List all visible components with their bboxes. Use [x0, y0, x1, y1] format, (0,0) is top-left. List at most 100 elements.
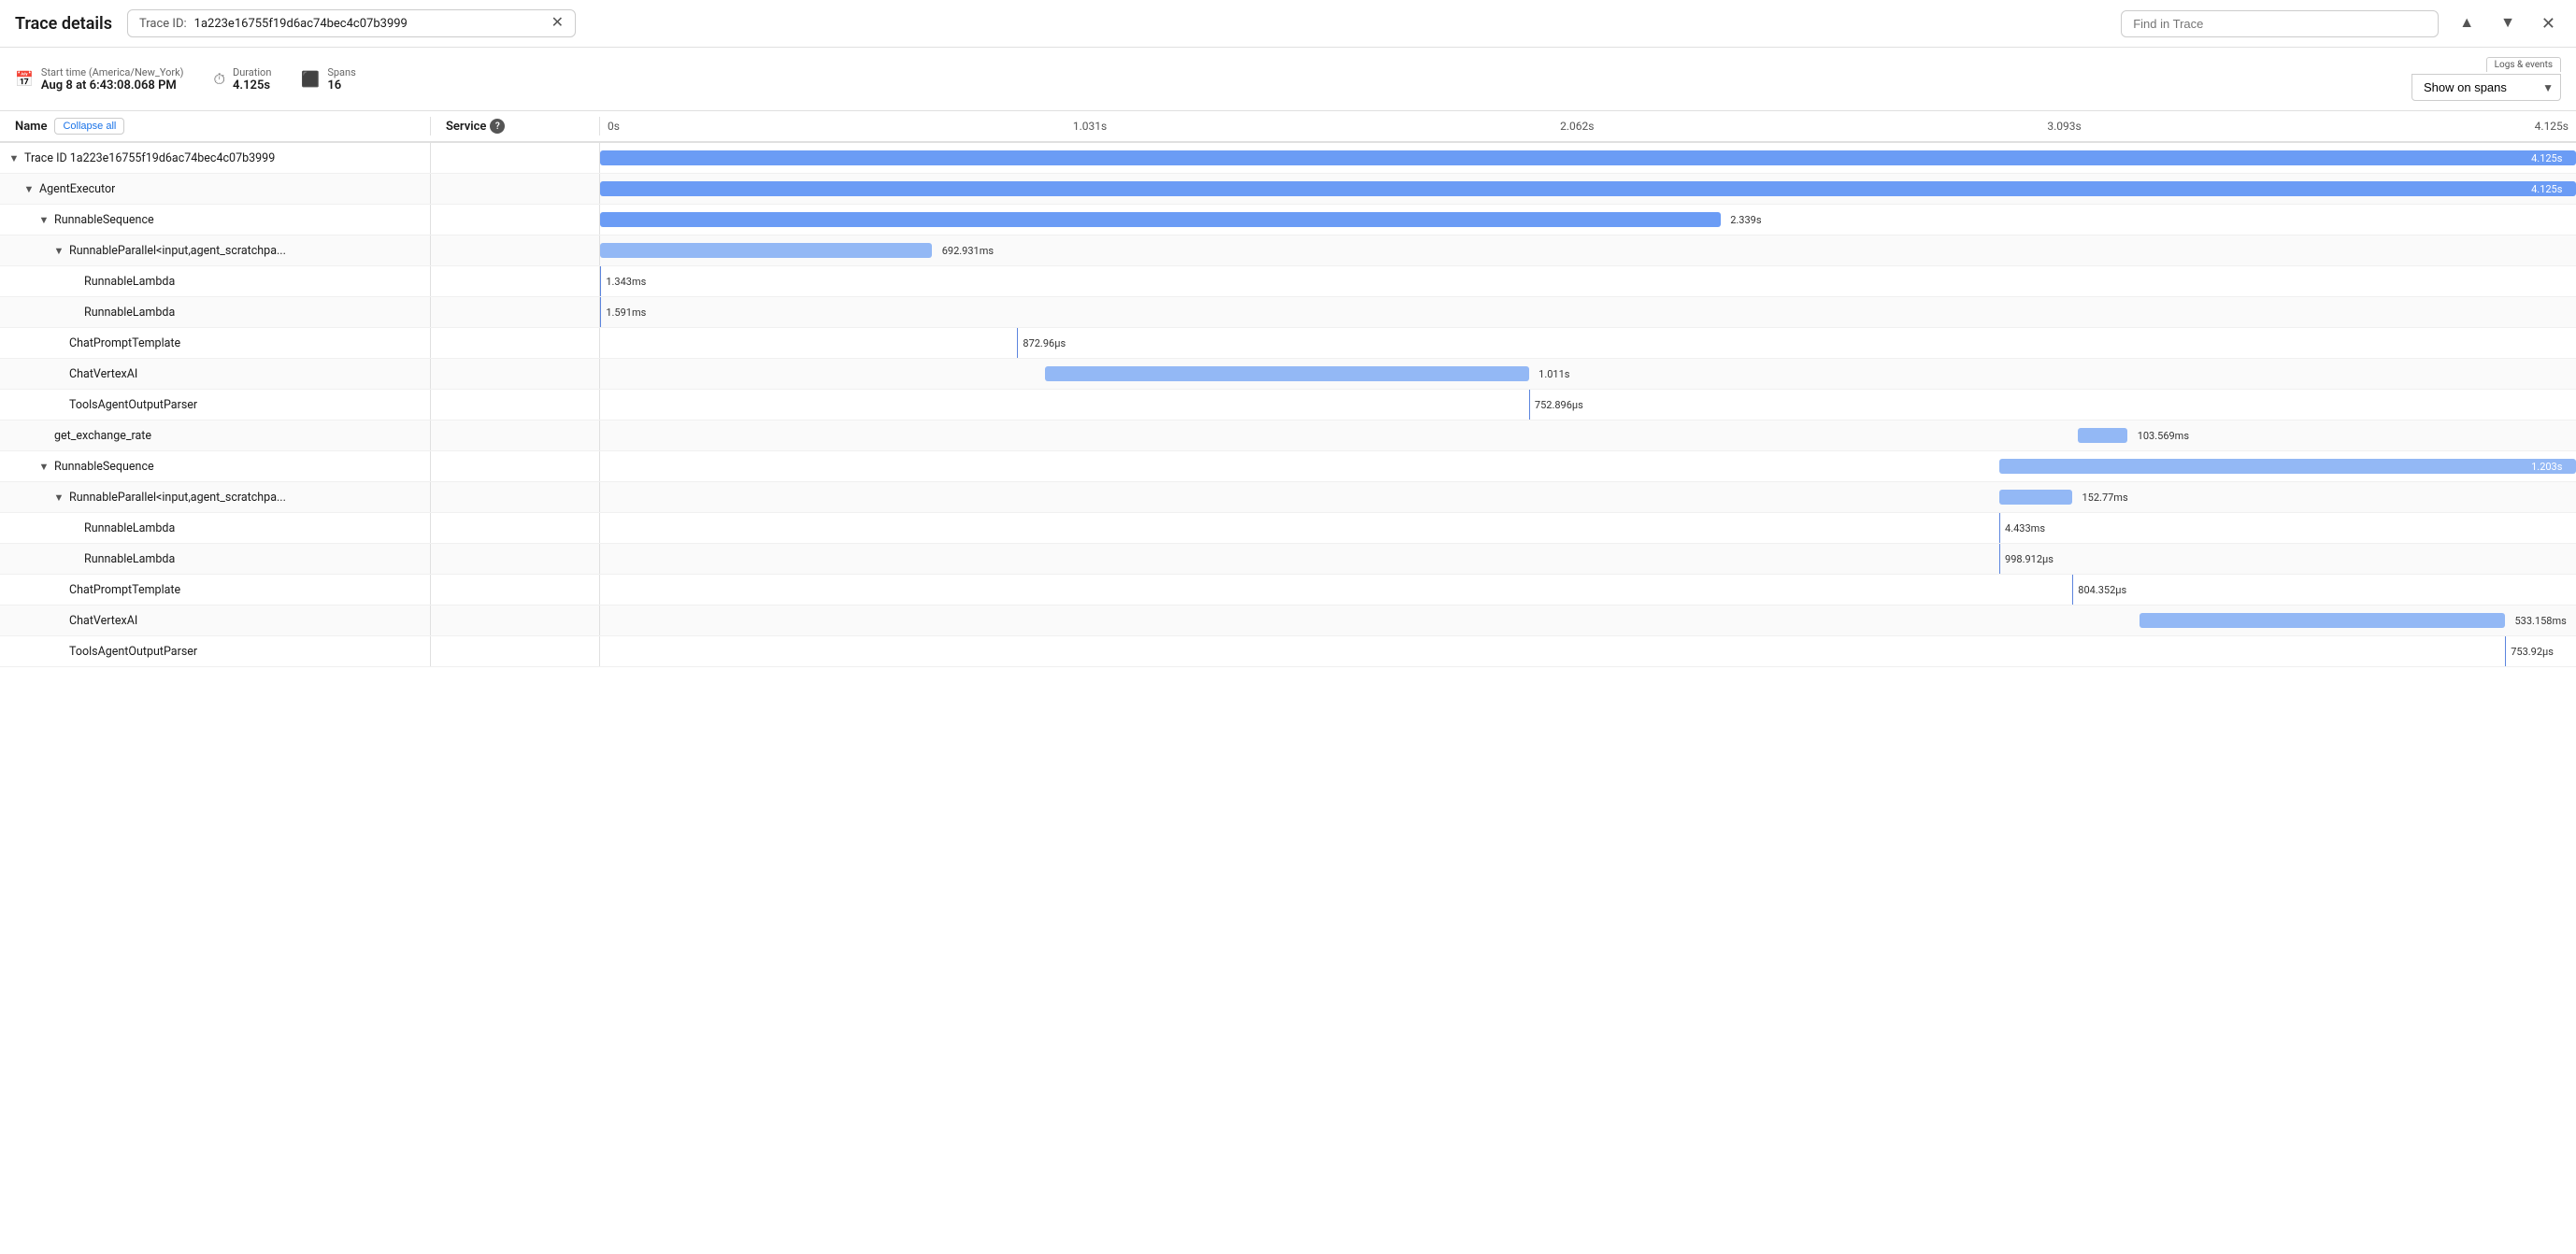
- col-name-label: Name: [15, 120, 47, 134]
- row-name-label: ToolsAgentOutputParser: [69, 398, 197, 412]
- span-bar: [600, 181, 2576, 196]
- spans-icon: ⬛: [301, 70, 320, 88]
- span-duration-label: 804.352μs: [2078, 584, 2126, 596]
- trace-id-value: 1a223e16755f19d6ac74bec4c07b3999: [194, 17, 544, 31]
- logs-events-select[interactable]: Show on spans: [2411, 74, 2561, 101]
- duration-label: Duration: [233, 66, 271, 78]
- cell-separator: [430, 451, 431, 481]
- row-name-label: RunnableLambda: [84, 275, 175, 289]
- page-title: Trace details: [15, 14, 112, 34]
- expand-toggle[interactable]: ▼: [22, 183, 36, 195]
- row-name-cell: get_exchange_rate: [0, 425, 430, 447]
- start-time-value: Aug 8 at 6:43:08.068 PM: [41, 78, 184, 93]
- cell-separator: [430, 174, 431, 204]
- expand-toggle[interactable]: ▼: [37, 214, 50, 226]
- row-name-label: RunnableSequence: [54, 460, 154, 474]
- expand-toggle[interactable]: ▼: [37, 461, 50, 473]
- service-help-icon[interactable]: ?: [490, 119, 505, 134]
- tick-line: [1999, 513, 2000, 543]
- span-bar: [1999, 490, 2072, 505]
- row-timeline-cell: 1.203s: [600, 451, 2576, 481]
- tick-line: [1999, 544, 2000, 574]
- row-timeline-cell: 804.352μs: [600, 575, 2576, 605]
- spans-item: ⬛ Spans 16: [301, 66, 355, 93]
- nav-up-button[interactable]: ▲: [2454, 11, 2480, 36]
- table-row: ▼AgentExecutor 4.125s: [0, 174, 2576, 205]
- start-time-label: Start time (America/New_York): [41, 66, 184, 78]
- row-timeline-cell: 1.343ms: [600, 266, 2576, 296]
- expand-toggle[interactable]: ▼: [7, 152, 21, 164]
- cell-separator: [430, 606, 431, 635]
- spans-label: Spans: [327, 66, 355, 78]
- clock-icon: ⏱: [214, 70, 225, 89]
- span-bar: [600, 212, 1721, 227]
- cell-separator: [430, 266, 431, 296]
- row-name-cell: ▼RunnableSequence: [0, 209, 430, 231]
- row-name-cell: ▼RunnableParallel<input,agent_scratchpa.…: [0, 487, 430, 508]
- span-duration-label: 4.125s: [2531, 183, 2566, 195]
- tick-line: [1017, 328, 1018, 358]
- find-in-trace-input[interactable]: [2133, 17, 2426, 31]
- span-duration-label: 1.591ms: [606, 306, 646, 319]
- tick-1: 1.031s: [1073, 120, 1107, 133]
- table-row: ▼RunnableParallel<input,agent_scratchpa.…: [0, 482, 2576, 513]
- tick-line: [600, 266, 601, 296]
- nav-down-button[interactable]: ▼: [2495, 11, 2521, 36]
- collapse-all-button[interactable]: Collapse all: [54, 118, 124, 135]
- spans-value: 16: [327, 78, 355, 93]
- cell-separator: [430, 297, 431, 327]
- span-duration-label: 4.125s: [2531, 152, 2566, 164]
- table-row: ▼ RunnableSequence 1.203s: [0, 451, 2576, 482]
- meta-bar: 📅 Start time (America/New_York) Aug 8 at…: [0, 48, 2576, 111]
- tick-line: [2505, 636, 2506, 666]
- expand-toggle[interactable]: ▼: [52, 245, 65, 257]
- tick-line: [1529, 390, 1530, 420]
- logs-events-group: Logs & events Show on spans ▼: [2411, 57, 2561, 101]
- duration-item: ⏱ Duration 4.125s: [214, 66, 272, 93]
- table-row: RunnableLambda4.433ms: [0, 513, 2576, 544]
- row-name-cell: RunnableLambda: [0, 271, 430, 292]
- row-timeline-cell: 1.591ms: [600, 297, 2576, 327]
- trace-id-clear-button[interactable]: ✕: [551, 16, 564, 31]
- span-bar: [1045, 366, 1529, 381]
- table-row: ToolsAgentOutputParser753.92μs: [0, 636, 2576, 667]
- table-row: ▼RunnableSequence2.339s: [0, 205, 2576, 235]
- expand-toggle[interactable]: ▼: [52, 492, 65, 504]
- row-timeline-cell: 533.158ms: [600, 606, 2576, 635]
- row-name-label: RunnableLambda: [84, 306, 175, 320]
- th-service: Service ?: [431, 119, 599, 134]
- table-row: ▼Trace ID 1a223e16755f19d6ac74bec4c07b39…: [0, 143, 2576, 174]
- span-duration-label: 152.77ms: [2082, 492, 2128, 504]
- close-button[interactable]: ✕: [2536, 10, 2561, 37]
- span-duration-label: 998.912μs: [2005, 553, 2054, 565]
- span-bar: [600, 243, 932, 258]
- row-name-label: AgentExecutor: [39, 182, 115, 196]
- span-duration-label: 533.158ms: [2514, 615, 2566, 627]
- row-timeline-cell: 692.931ms: [600, 235, 2576, 265]
- row-timeline-cell: 4.433ms: [600, 513, 2576, 543]
- cell-separator: [430, 143, 431, 173]
- row-name-label: ChatVertexAI: [69, 367, 137, 381]
- table-row: ChatVertexAI533.158ms: [0, 606, 2576, 636]
- duration-group: Duration 4.125s: [233, 66, 271, 93]
- duration-value: 4.125s: [233, 78, 271, 93]
- table-row: RunnableLambda 1.591ms: [0, 297, 2576, 328]
- span-duration-label: 1.203s: [2531, 461, 2566, 473]
- row-name-cell: ▼ RunnableParallel<input,agent_scratchpa.…: [0, 240, 430, 262]
- span-bar: [1999, 459, 2576, 474]
- row-name-cell: ToolsAgentOutputParser: [0, 394, 430, 416]
- row-name-label: ChatPromptTemplate: [69, 583, 180, 597]
- cell-separator: [430, 513, 431, 543]
- row-timeline-cell: 752.896μs: [600, 390, 2576, 420]
- row-name-label: ToolsAgentOutputParser: [69, 645, 197, 659]
- row-name-label: RunnableParallel<input,agent_scratchpa..…: [69, 244, 286, 258]
- cell-separator: [430, 575, 431, 605]
- row-timeline-cell: 1.011s: [600, 359, 2576, 389]
- row-name-cell: ChatPromptTemplate: [0, 579, 430, 601]
- tick-line: [600, 297, 601, 327]
- span-duration-label: 752.896μs: [1535, 399, 1583, 411]
- span-duration-label: 1.343ms: [606, 276, 646, 288]
- row-name-label: Trace ID 1a223e16755f19d6ac74bec4c07b399…: [24, 151, 275, 165]
- start-time-item: 📅 Start time (America/New_York) Aug 8 at…: [15, 66, 184, 93]
- trace-rows-container: ▼Trace ID 1a223e16755f19d6ac74bec4c07b39…: [0, 143, 2576, 667]
